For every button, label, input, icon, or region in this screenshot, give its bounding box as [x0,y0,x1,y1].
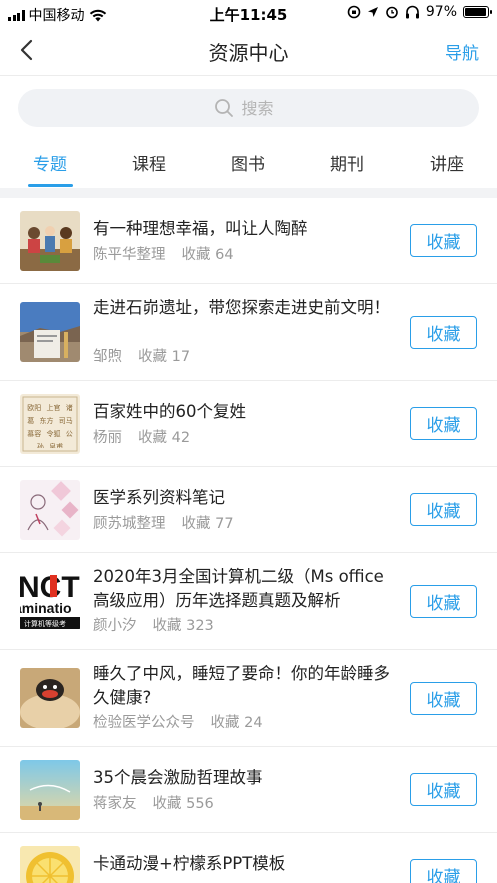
item-fav-count: 收藏 24 [210,715,263,731]
item-meta: 杨丽 收藏 42 [93,426,190,447]
search-input[interactable] [241,98,284,118]
item-author: 陈平华整理 [93,247,166,263]
list-item[interactable]: 走进石峁遗址，带您探索走进史前文明！ 邹煦 收藏 17 收藏 [0,284,497,381]
nav-bar: 资源中心 导航 [0,26,497,76]
tab-courses[interactable]: 课程 [132,150,166,175]
item-title: 35个晨会激励哲理故事 [93,768,263,787]
battery-percent: 97% [425,4,457,20]
active-tab-indicator [28,184,73,187]
page-title: 资源中心 [208,41,289,65]
category-tabs: 专题 课程 图书 期刊 讲座 [0,140,497,188]
item-meta: 陈平华整理 收藏 64 [93,243,234,264]
battery-icon [463,6,492,18]
favorite-button[interactable]: 收藏 [410,316,477,349]
item-fav-count: 收藏 64 [181,247,234,263]
item-author: 邹煦 [93,349,122,365]
item-fav-count: 收藏 323 [152,618,214,634]
navigation-link[interactable]: 导航 [445,39,479,64]
item-fav-count: 收藏 42 [138,430,191,446]
item-meta: 顾苏城整理 收藏 77 [93,512,234,533]
thumbnail-image [20,760,80,820]
item-fav-count: 收藏 77 [181,516,234,532]
item-title: 医学系列资料笔记 [93,488,225,507]
thumb-text-examination: aminatio [20,600,72,616]
status-bar: 中国移动 上午11:45 97% [0,0,497,26]
resource-list: 有一种理想幸福，叫让人陶醉 陈平华整理 收藏 64 收藏 走进石峁遗址，带您探索走… [0,198,497,883]
thumbnail-image [20,846,80,883]
list-item[interactable]: NCT aminatio 计算机等级考 2020年3月全国计算机二级（Ms of… [0,553,497,650]
thumbnail-image [20,480,80,540]
list-item[interactable]: 睡久了中风，睡短了要命！你的年龄睡多久健康? 检验医学公众号 收藏 24 收藏 [0,650,497,747]
favorite-button[interactable]: 收藏 [410,407,477,440]
item-author: 杨丽 [93,430,122,446]
item-author: 检验医学公众号 [93,715,195,731]
item-title: 2020年3月全国计算机二级（Ms office高级应用）历年选择题真题及解析 [93,567,384,610]
alarm-clock-icon [386,6,398,19]
favorite-button[interactable]: 收藏 [410,224,477,257]
tab-topics[interactable]: 专题 [33,150,67,175]
item-title: 有一种理想幸福，叫让人陶醉 [93,219,308,238]
item-meta: 邹煦 收藏 17 [93,345,190,366]
item-title: 百家姓中的60个复姓 [93,402,246,421]
rotation-lock-icon [347,5,361,19]
search-icon [214,99,233,117]
list-item[interactable]: 医学系列资料笔记 顾苏城整理 收藏 77 收藏 [0,467,497,553]
favorite-button[interactable]: 收藏 [410,585,477,618]
tab-lectures[interactable]: 讲座 [430,150,464,175]
list-item[interactable]: 欧阳 上官 诸葛 东方 司马 慕容 令狐 公孙 皇甫 百家姓中的60个复姓 杨丽… [0,381,497,467]
item-title: 卡通动漫+柠檬系PPT模板 [93,854,286,873]
tab-journals[interactable]: 期刊 [330,150,364,175]
item-author: 蒋家友 [93,796,137,812]
thumb-text-level-exam: 计算机等级考 [24,619,66,628]
item-fav-count: 收藏 556 [152,796,214,812]
favorite-button[interactable]: 收藏 [410,859,477,883]
thumbnail-image [20,302,80,362]
thumbnail-image [20,668,80,728]
thumbnail-image: NCT aminatio 计算机等级考 [20,571,80,631]
status-right: 97% [347,4,492,20]
thumbnail-image: 欧阳 上官 诸葛 东方 司马 慕容 令狐 公孙 皇甫 [20,394,80,454]
item-title: 睡久了中风，睡短了要命！你的年龄睡多久健康? [93,664,390,707]
item-title: 走进石峁遗址，带您探索走进史前文明！ [93,298,390,317]
favorite-button[interactable]: 收藏 [410,493,477,526]
list-item[interactable]: 有一种理想幸福，叫让人陶醉 陈平华整理 收藏 64 收藏 [0,198,497,284]
item-author: 顾苏城整理 [93,516,166,532]
item-author: 颜小汐 [93,618,137,634]
list-item[interactable]: 35个晨会激励哲理故事 蒋家友 收藏 556 收藏 [0,747,497,833]
item-fav-count: 收藏 17 [138,349,191,365]
search-bar[interactable] [18,89,479,127]
location-arrow-icon [367,7,378,17]
tab-books[interactable]: 图书 [231,150,265,175]
item-meta: 蒋家友 收藏 556 [93,792,214,813]
item-meta: 颜小汐 收藏 323 [93,614,214,635]
list-item[interactable]: 卡通动漫+柠檬系PPT模板 收藏 [0,833,497,883]
favorite-button[interactable]: 收藏 [410,773,477,806]
surnames-grid-text: 欧阳 上官 诸葛 东方 司马 慕容 令狐 公孙 皇甫 [27,404,73,448]
thumbnail-image [20,211,80,271]
section-divider [0,188,497,198]
headphones-icon [405,5,419,19]
favorite-button[interactable]: 收藏 [410,682,477,715]
item-meta: 检验医学公众号 收藏 24 [93,711,263,732]
